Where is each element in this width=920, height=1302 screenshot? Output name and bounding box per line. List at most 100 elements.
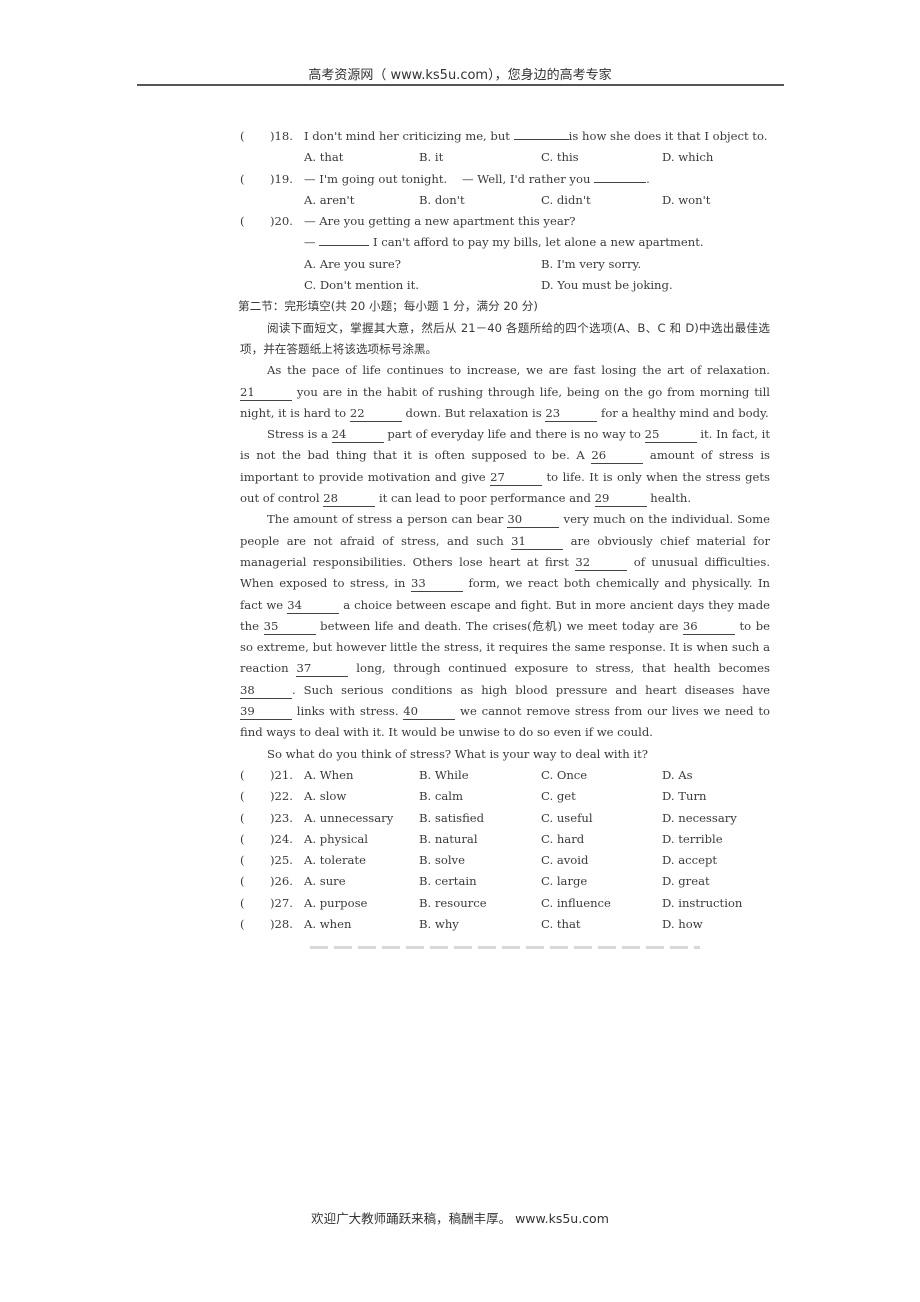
- answer-paren[interactable]: (: [240, 786, 245, 807]
- option-d[interactable]: D. instruction: [662, 893, 742, 914]
- question-number: )19.: [270, 171, 293, 186]
- cloze-question-row: ( )22. A. slow B. calm C. get D. Turn: [240, 786, 770, 807]
- option-a[interactable]: A. Are you sure?: [304, 254, 401, 275]
- answer-paren[interactable]: (: [240, 829, 245, 850]
- passage-text: for a healthy mind and body.: [597, 405, 769, 420]
- cloze-blank: 30: [507, 512, 560, 529]
- question-number: )22.: [270, 789, 293, 804]
- option-a[interactable]: A. tolerate: [304, 850, 366, 871]
- cloze-question-row: ( )28. A. when B. why C. that D. how: [240, 914, 770, 935]
- option-b[interactable]: B. it: [419, 147, 443, 168]
- answer-paren[interactable]: (: [240, 126, 245, 147]
- answer-blank: [319, 245, 370, 247]
- cloze-blank: 33: [410, 576, 463, 593]
- option-b[interactable]: B. satisfied: [419, 808, 484, 829]
- cloze-blank: 29: [594, 491, 647, 508]
- option-b[interactable]: B. While: [419, 765, 469, 786]
- answer-paren[interactable]: (: [240, 765, 245, 786]
- cloze-blank: 34: [287, 598, 340, 614]
- option-c[interactable]: C. useful: [541, 808, 593, 829]
- cloze-blank: 22: [349, 406, 402, 422]
- option-c[interactable]: C. didn't: [541, 190, 591, 211]
- option-c[interactable]: C. get: [541, 786, 576, 807]
- answer-blank: [594, 181, 647, 183]
- option-b[interactable]: B. I'm very sorry.: [541, 254, 641, 275]
- cloze-blank: 27: [490, 470, 543, 486]
- cloze-question-row: ()21. A. When B. While C. Once D. As: [240, 765, 770, 786]
- option-b[interactable]: B. why: [419, 914, 459, 935]
- page-footer-cut-off: [310, 946, 700, 949]
- option-b[interactable]: B. natural: [419, 829, 478, 850]
- option-d[interactable]: D. necessary: [662, 808, 737, 829]
- option-a[interactable]: A. sure: [304, 871, 346, 892]
- cloze-blank: 35: [263, 619, 316, 635]
- question-20: ( )20. — Are you getting a new apartment…: [240, 211, 770, 232]
- option-d[interactable]: D. You must be joking.: [541, 275, 673, 296]
- option-c[interactable]: C. hard: [541, 829, 584, 850]
- option-a[interactable]: A. when: [304, 914, 351, 935]
- passage-paragraph-3: The amount of stress a person can bear 3…: [240, 509, 770, 743]
- cloze-blank: 21: [240, 385, 292, 401]
- option-c[interactable]: C. influence: [541, 893, 611, 914]
- cloze-blank: 25: [644, 427, 697, 444]
- option-d[interactable]: D. terrible: [662, 829, 723, 850]
- page-footer: 欢迎广大教师踊跃来稿，稿酬丰厚。 www.ks5u.com: [311, 1211, 609, 1226]
- option-c[interactable]: C. large: [541, 871, 587, 892]
- question-19: ( )19. — I'm going out tonight. — Well, …: [240, 169, 770, 190]
- passage-text: health.: [646, 491, 692, 506]
- answer-paren[interactable]: (: [240, 808, 245, 829]
- question-stem: I don't mind her criticizing me, but is …: [304, 129, 768, 143]
- question-number: )27.: [270, 895, 293, 910]
- question-number: )20.: [270, 214, 293, 229]
- answer-paren[interactable]: (: [240, 850, 245, 871]
- cloze-blank: 24: [331, 427, 384, 444]
- option-b[interactable]: B. calm: [419, 786, 463, 807]
- passage-text: The amount of stress a person can bear: [267, 512, 508, 527]
- option-a[interactable]: A. unnecessary: [304, 808, 393, 829]
- option-a[interactable]: A. that: [304, 147, 343, 168]
- option-d[interactable]: D. great: [662, 871, 710, 892]
- option-d[interactable]: D. Turn: [662, 786, 706, 807]
- option-b[interactable]: B. resource: [419, 893, 487, 914]
- option-b[interactable]: B. don't: [419, 190, 465, 211]
- cloze-question-row: ( )27. A. purpose B. resource C. influence D.…: [240, 893, 770, 914]
- question-number: )24.: [270, 831, 293, 846]
- question-number: )28.: [270, 916, 293, 931]
- question-stem: — I'm going out tonight. — Well, I'd rat…: [304, 171, 650, 186]
- passage-text: between life and death. The crises(危机) w…: [315, 618, 683, 633]
- option-d[interactable]: D. accept: [662, 850, 717, 871]
- option-a[interactable]: A. physical: [304, 829, 368, 850]
- passage-paragraph-2: Stress is a 24 part of everyday life and…: [240, 424, 770, 509]
- option-d[interactable]: D. won't: [662, 190, 710, 211]
- option-d[interactable]: D. which: [662, 147, 713, 168]
- option-c[interactable]: C. Don't mention it.: [304, 275, 419, 296]
- cloze-blank: 39: [240, 704, 292, 721]
- answer-paren[interactable]: (: [240, 914, 245, 935]
- cloze-blank: 32: [575, 555, 628, 571]
- answer-paren[interactable]: (: [240, 893, 245, 914]
- option-b[interactable]: B. solve: [419, 850, 465, 871]
- cloze-blank: 26: [591, 448, 644, 465]
- option-b[interactable]: B. certain: [419, 871, 477, 892]
- option-c[interactable]: C. that: [541, 914, 581, 935]
- answer-paren[interactable]: (: [240, 211, 245, 232]
- cloze-question-row: ()23. A. unnecessary B. satisfied C. useful…: [240, 808, 770, 829]
- answer-paren[interactable]: (: [240, 871, 245, 892]
- option-a[interactable]: A. purpose: [304, 893, 367, 914]
- option-a[interactable]: A. aren't: [304, 190, 354, 211]
- option-a[interactable]: A. When: [304, 765, 353, 786]
- cloze-blank: 36: [682, 619, 735, 635]
- page-header: 高考资源网（ www.ks5u.com），您身边的高考专家: [308, 68, 612, 83]
- passage-text: part of everyday life and there is no wa…: [383, 427, 645, 442]
- option-c[interactable]: C. this: [541, 147, 579, 168]
- answer-paren[interactable]: (: [240, 169, 245, 190]
- option-c[interactable]: C. avoid: [541, 850, 588, 871]
- passage-paragraph-4: So what do you think of stress? What is …: [267, 746, 649, 761]
- option-c[interactable]: C. Once: [541, 765, 587, 786]
- option-a[interactable]: A. slow: [304, 786, 346, 807]
- answer-blank: [513, 139, 569, 140]
- question-stem: — Are you getting a new apartment this y…: [304, 214, 576, 229]
- option-d[interactable]: D. As: [662, 765, 693, 786]
- passage-paragraph-1: As the pace of life continues to increas…: [240, 360, 770, 424]
- option-d[interactable]: D. how: [662, 914, 703, 935]
